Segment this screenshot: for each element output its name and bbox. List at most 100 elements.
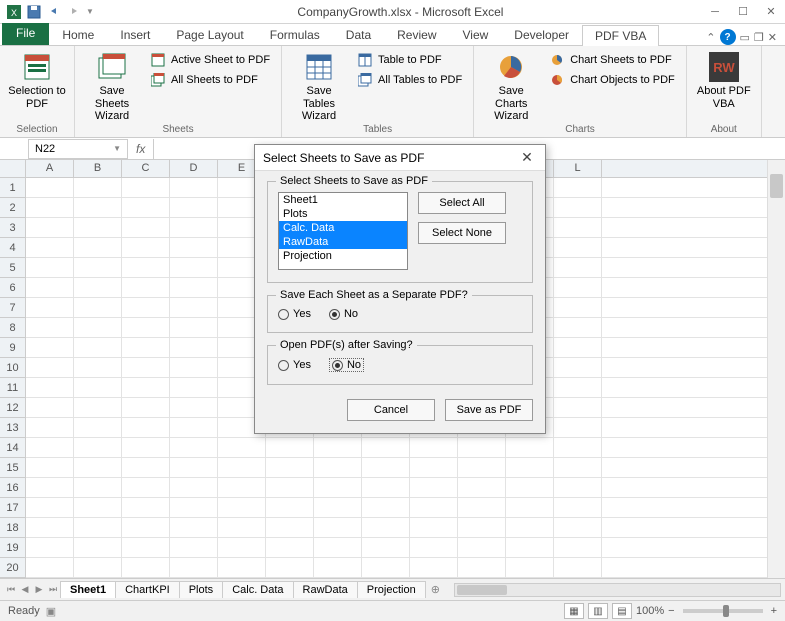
tab-developer[interactable]: Developer (501, 24, 582, 45)
row-header[interactable]: 20 (0, 558, 25, 578)
save-sheets-wizard-button[interactable]: Save Sheets Wizard (83, 49, 141, 123)
row-header[interactable]: 2 (0, 198, 25, 218)
file-tab[interactable]: File (2, 23, 49, 45)
macro-record-icon[interactable]: ▣ (46, 605, 56, 618)
tab-page-layout[interactable]: Page Layout (163, 24, 256, 45)
column-header[interactable]: D (170, 160, 218, 177)
row-header[interactable]: 4 (0, 238, 25, 258)
row-header[interactable]: 3 (0, 218, 25, 238)
separate-yes-radio[interactable]: Yes (278, 308, 311, 320)
sheet-nav-first-icon[interactable]: ⏮ (4, 584, 18, 595)
cancel-button[interactable]: Cancel (347, 399, 435, 421)
all-sheets-to-pdf-button[interactable]: All Sheets to PDF (147, 71, 273, 89)
all-tables-to-pdf-button[interactable]: All Tables to PDF (354, 71, 465, 89)
select-all-corner[interactable] (0, 160, 25, 178)
sheet-tab[interactable]: Projection (357, 581, 426, 598)
ribbon-close-icon[interactable]: ✕ (768, 31, 777, 44)
view-page-layout-button[interactable]: ▥ (588, 603, 608, 619)
sheet-list-item[interactable]: Calc. Data (279, 221, 407, 235)
name-box[interactable]: N22 ▼ (28, 139, 128, 159)
sheet-list-item[interactable]: RawData (279, 235, 407, 249)
sheet-tab[interactable]: RawData (293, 581, 358, 598)
vertical-scroll-thumb[interactable] (770, 174, 783, 198)
name-box-dropdown-icon[interactable]: ▼ (113, 144, 121, 153)
about-pdf-vba-button[interactable]: RW About PDF VBA (695, 49, 753, 110)
dialog-titlebar[interactable]: Select Sheets to Save as PDF ✕ (255, 145, 545, 171)
row-header[interactable]: 14 (0, 438, 25, 458)
qat-dropdown-icon[interactable]: ▼ (86, 7, 94, 16)
tab-view[interactable]: View (450, 24, 502, 45)
sheet-tab[interactable]: ChartKPI (115, 581, 180, 598)
maximize-button[interactable]: ☐ (729, 1, 757, 23)
zoom-slider[interactable] (683, 609, 763, 613)
sheet-tab[interactable]: Plots (179, 581, 223, 598)
row-header[interactable]: 13 (0, 418, 25, 438)
open-yes-radio[interactable]: Yes (278, 359, 311, 371)
zoom-level[interactable]: 100% (636, 605, 664, 617)
row-header[interactable]: 9 (0, 338, 25, 358)
zoom-out-button[interactable]: − (668, 605, 674, 617)
row-header[interactable]: 12 (0, 398, 25, 418)
tab-home[interactable]: Home (49, 24, 107, 45)
row-header[interactable]: 10 (0, 358, 25, 378)
selection-to-pdf-button[interactable]: Selection to PDF (8, 49, 66, 110)
horizontal-scrollbar[interactable] (454, 583, 781, 597)
save-tables-wizard-button[interactable]: Save Tables Wizard (290, 49, 348, 123)
help-icon[interactable]: ? (720, 29, 736, 45)
zoom-slider-handle[interactable] (723, 605, 729, 617)
sheet-list-item[interactable]: Projection (279, 249, 407, 263)
vertical-scrollbar[interactable] (767, 160, 785, 578)
ribbon-minimize-window-icon[interactable]: ▭ (740, 31, 750, 44)
column-header[interactable]: L (554, 160, 602, 177)
row-header[interactable]: 5 (0, 258, 25, 278)
save-charts-wizard-button[interactable]: Save Charts Wizard (482, 49, 540, 123)
select-all-button[interactable]: Select All (418, 192, 506, 214)
dialog-close-button[interactable]: ✕ (517, 149, 537, 166)
save-icon[interactable] (26, 4, 42, 20)
new-sheet-button[interactable]: ⊕ (425, 583, 446, 596)
sheet-nav-prev-icon[interactable]: ◀ (18, 584, 32, 595)
row-header[interactable]: 6 (0, 278, 25, 298)
sheet-tab[interactable]: Sheet1 (60, 581, 116, 598)
tab-insert[interactable]: Insert (107, 24, 163, 45)
sheet-nav-next-icon[interactable]: ▶ (32, 584, 46, 595)
row-header[interactable]: 11 (0, 378, 25, 398)
undo-icon[interactable] (46, 4, 62, 20)
sheet-list-item[interactable]: Sheet1 (279, 193, 407, 207)
row-header[interactable]: 16 (0, 478, 25, 498)
chart-sheets-to-pdf-button[interactable]: Chart Sheets to PDF (546, 51, 678, 69)
active-sheet-to-pdf-button[interactable]: Active Sheet to PDF (147, 51, 273, 69)
tab-data[interactable]: Data (333, 24, 384, 45)
sheet-list-item[interactable]: Plots (279, 207, 407, 221)
column-header[interactable]: B (74, 160, 122, 177)
zoom-in-button[interactable]: + (771, 605, 777, 617)
fx-icon[interactable]: fx (128, 142, 153, 156)
sheets-listbox[interactable]: Sheet1PlotsCalc. DataRawDataProjection (278, 192, 408, 270)
ribbon-restore-icon[interactable]: ❐ (754, 31, 764, 44)
ribbon-minimize-icon[interactable]: ⌃ (706, 31, 715, 44)
open-no-radio[interactable]: No (329, 358, 364, 372)
horizontal-scroll-thumb[interactable] (457, 585, 507, 595)
row-header[interactable]: 7 (0, 298, 25, 318)
view-normal-button[interactable]: ▦ (564, 603, 584, 619)
tab-formulas[interactable]: Formulas (257, 24, 333, 45)
tab-review[interactable]: Review (384, 24, 449, 45)
row-header[interactable]: 19 (0, 538, 25, 558)
row-header[interactable]: 1 (0, 178, 25, 198)
minimize-button[interactable]: ─ (701, 1, 729, 23)
row-header[interactable]: 15 (0, 458, 25, 478)
close-button[interactable]: ✕ (757, 1, 785, 23)
redo-icon[interactable] (66, 4, 82, 20)
view-page-break-button[interactable]: ▤ (612, 603, 632, 619)
row-header[interactable]: 8 (0, 318, 25, 338)
tab-pdf-vba[interactable]: PDF VBA (582, 25, 659, 46)
row-header[interactable]: 17 (0, 498, 25, 518)
sheet-nav-last-icon[interactable]: ⏭ (46, 584, 60, 595)
save-as-pdf-button[interactable]: Save as PDF (445, 399, 533, 421)
sheet-tab[interactable]: Calc. Data (222, 581, 293, 598)
chart-objects-to-pdf-button[interactable]: Chart Objects to PDF (546, 71, 678, 89)
table-to-pdf-button[interactable]: Table to PDF (354, 51, 465, 69)
column-header[interactable]: C (122, 160, 170, 177)
row-header[interactable]: 18 (0, 518, 25, 538)
select-none-button[interactable]: Select None (418, 222, 506, 244)
